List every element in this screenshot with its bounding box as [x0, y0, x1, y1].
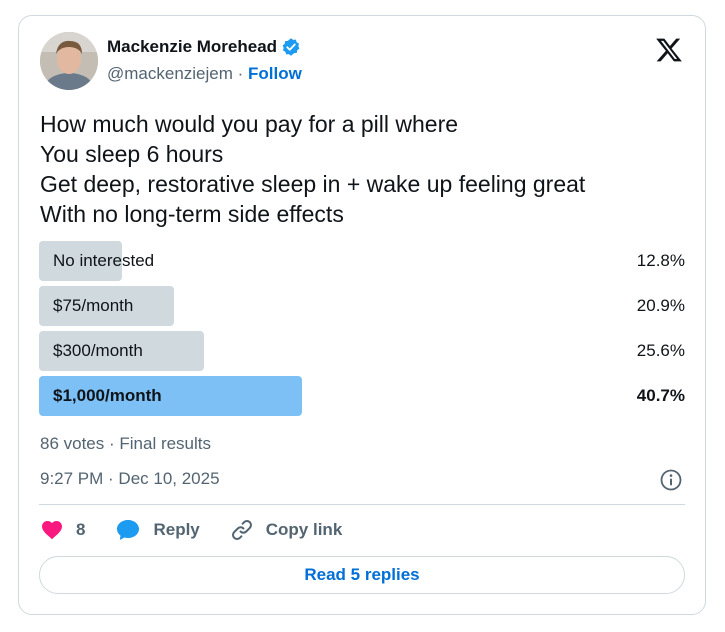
like-count: 8 [76, 520, 86, 539]
author-handle[interactable]: @mackenziejem [107, 64, 233, 83]
avatar[interactable] [40, 32, 98, 90]
handle-separator: · [232, 64, 249, 83]
author-name-row[interactable]: Mackenzie Morehead [107, 37, 301, 57]
reply-button[interactable]: Reply [115, 518, 200, 542]
poll-option-label: No interested [53, 251, 155, 270]
action-bar: 8 Reply Copy link [40, 517, 372, 543]
follow-button[interactable]: Follow [248, 64, 302, 83]
tweet-text: How much would you pay for a pill where … [40, 109, 680, 229]
info-icon[interactable] [659, 468, 683, 492]
poll-option-percent: 40.7% [636, 386, 685, 405]
verified-badge-icon [282, 38, 300, 56]
poll-option-label: $1,000/month [53, 386, 162, 405]
poll-option-percent: 12.8% [636, 251, 685, 270]
like-button[interactable]: 8 [40, 518, 85, 542]
poll-option-label: $75/month [53, 296, 134, 315]
poll: No interested 12.8% $75/month 20.9% $300… [39, 241, 685, 421]
tweet-line: Get deep, restorative sleep in + wake up… [40, 171, 586, 197]
author-name[interactable]: Mackenzie Morehead [107, 37, 277, 57]
copy-link-label: Copy link [265, 520, 343, 539]
tweet-card: Mackenzie Morehead @mackenziejem · Follo… [18, 15, 706, 615]
heart-icon [42, 521, 62, 540]
x-logo-icon[interactable] [655, 36, 683, 64]
poll-option: No interested 12.8% [39, 241, 685, 281]
link-icon [231, 520, 252, 540]
poll-option: $300/month 25.6% [39, 331, 685, 371]
reply-label: Reply [153, 520, 200, 539]
poll-option: $1,000/month 40.7% [39, 376, 685, 416]
poll-option-label: $300/month [53, 341, 143, 360]
poll-option: $75/month 20.9% [39, 286, 685, 326]
read-replies-label: Read 5 replies [304, 565, 420, 584]
author-handle-line: @mackenziejem · Follow [107, 64, 302, 84]
poll-summary: 86 votes · Final results [40, 434, 212, 453]
reply-bubble-icon [117, 520, 140, 540]
read-replies-button[interactable]: Read 5 replies [39, 556, 685, 594]
tweet-timestamp[interactable]: 9:27 PM · Dec 10, 2025 [40, 469, 220, 489]
divider [39, 504, 685, 505]
tweet-line: With no long-term side effects [40, 201, 344, 227]
tweet-line: How much would you pay for a pill where [40, 111, 459, 137]
copy-link-button[interactable]: Copy link [230, 518, 343, 542]
tweet-line: You sleep 6 hours [40, 141, 224, 167]
poll-option-percent: 25.6% [636, 341, 685, 360]
poll-option-percent: 20.9% [636, 296, 685, 315]
avatar-image [40, 32, 98, 90]
